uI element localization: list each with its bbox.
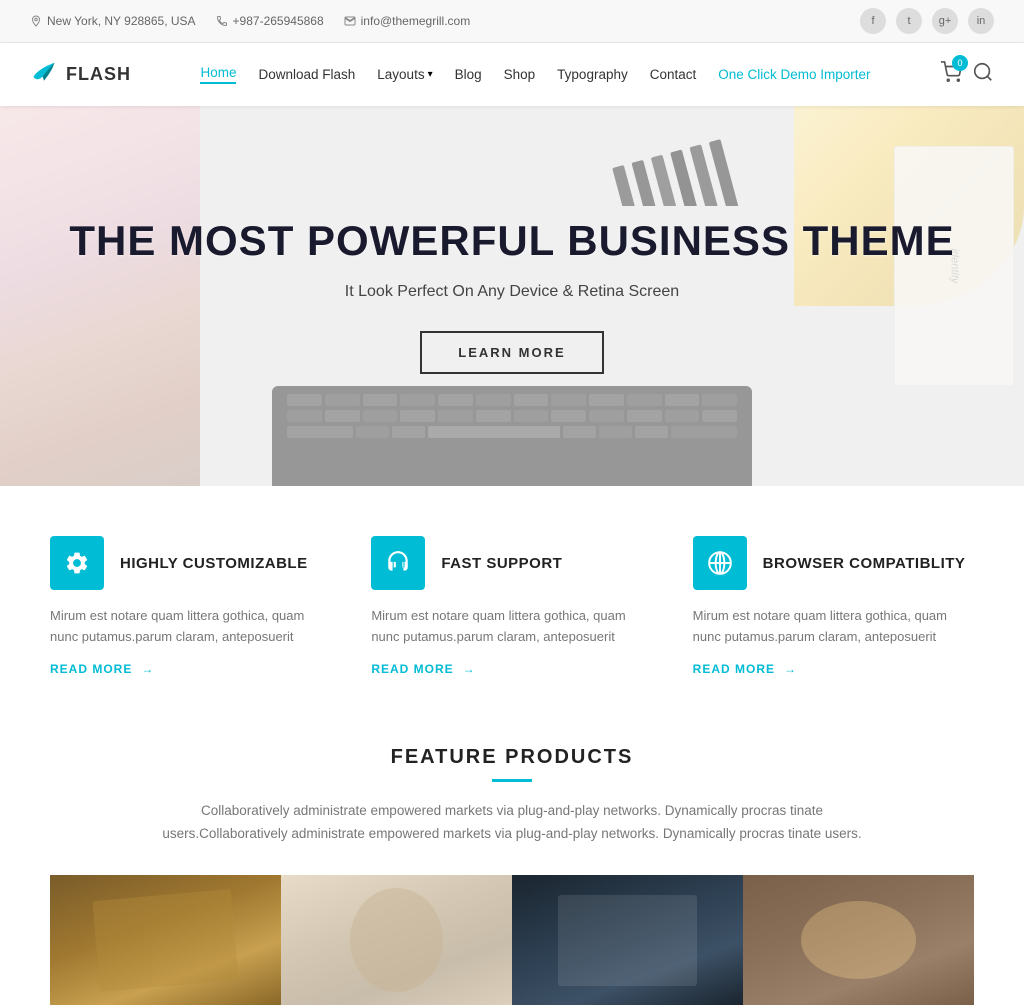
facebook-icon[interactable]: f <box>860 8 886 34</box>
feature-browser: BROWSER COMPATIBLITY Mirum est notare qu… <box>693 536 974 676</box>
top-bar-left: New York, NY 928865, USA +987-265945868 … <box>30 14 470 28</box>
nav-contact[interactable]: Contact <box>650 67 697 82</box>
nav-icons: 0 <box>940 61 994 88</box>
nav-layouts[interactable]: Layouts ▾ <box>377 67 432 82</box>
gear-icon <box>50 536 104 590</box>
hero-content: THE MOST POWERFUL BUSINESS THEME It Look… <box>69 218 954 373</box>
feature-support: FAST SUPPORT Mirum est notare quam litte… <box>371 536 652 676</box>
section-title: FEATURE PRODUCTS <box>50 746 974 769</box>
cart-icon-wrap[interactable]: 0 <box>940 61 962 88</box>
feature-readmore-2[interactable]: READ MORE <box>371 662 652 676</box>
products-grid <box>50 875 974 1005</box>
twitter-icon[interactable]: t <box>896 8 922 34</box>
linkedin-icon[interactable]: in <box>968 8 994 34</box>
nav-layouts-link[interactable]: Layouts <box>377 67 424 82</box>
googleplus-icon[interactable]: g+ <box>932 8 958 34</box>
location: New York, NY 928865, USA <box>30 14 196 28</box>
nav-shop[interactable]: Shop <box>504 67 536 82</box>
section-divider <box>492 779 532 782</box>
social-links: f t g+ in <box>860 8 994 34</box>
nav-download[interactable]: Download Flash <box>258 67 355 82</box>
feature-text-3: Mirum est notare quam littera gothica, q… <box>693 606 974 648</box>
logo-bird-icon <box>30 57 58 92</box>
feature-header-1: HIGHLY CUSTOMIZABLE <box>50 536 331 590</box>
cart-badge: 0 <box>952 55 968 71</box>
email: info@themegrill.com <box>344 14 471 28</box>
hero-title: THE MOST POWERFUL BUSINESS THEME <box>69 218 954 264</box>
logo[interactable]: FLASH <box>30 57 131 92</box>
headset-icon <box>371 536 425 590</box>
feature-readmore-1[interactable]: READ MORE <box>50 662 331 676</box>
product-card-2[interactable] <box>281 875 512 1005</box>
feature-readmore-3[interactable]: READ MORE <box>693 662 974 676</box>
feature-text-2: Mirum est notare quam littera gothica, q… <box>371 606 652 648</box>
feature-title-1: HIGHLY CUSTOMIZABLE <box>120 555 308 572</box>
logo-text: FLASH <box>66 64 131 85</box>
products-section: FEATURE PRODUCTS Collaboratively adminis… <box>0 716 1024 1005</box>
nav-blog[interactable]: Blog <box>455 67 482 82</box>
product-card-1[interactable] <box>50 875 281 1005</box>
main-nav: Home Download Flash Layouts ▾ Blog Shop … <box>200 65 870 84</box>
nav-typography[interactable]: Typography <box>557 67 628 82</box>
chevron-down-icon: ▾ <box>428 69 433 80</box>
feature-header-2: FAST SUPPORT <box>371 536 652 590</box>
hero-cta-button[interactable]: LEARN MORE <box>420 331 603 374</box>
feature-text-1: Mirum est notare quam littera gothica, q… <box>50 606 331 648</box>
features-section: HIGHLY CUSTOMIZABLE Mirum est notare qua… <box>0 486 1024 716</box>
feature-title-3: BROWSER COMPATIBLITY <box>763 555 966 572</box>
top-bar: New York, NY 928865, USA +987-265945868 … <box>0 0 1024 43</box>
feature-header-3: BROWSER COMPATIBLITY <box>693 536 974 590</box>
hero-section: identity THE MOST POWERFUL BUSINESS THEM… <box>0 106 1024 486</box>
product-card-3[interactable] <box>512 875 743 1005</box>
phone: +987-265945868 <box>216 14 324 28</box>
header: FLASH Home Download Flash Layouts ▾ Blog… <box>0 43 1024 106</box>
hero-subtitle: It Look Perfect On Any Device & Retina S… <box>69 283 954 301</box>
feature-title-2: FAST SUPPORT <box>441 555 562 572</box>
product-card-4[interactable] <box>743 875 974 1005</box>
nav-home[interactable]: Home <box>200 65 236 84</box>
feature-customizable: HIGHLY CUSTOMIZABLE Mirum est notare qua… <box>50 536 331 676</box>
search-icon[interactable] <box>972 61 994 88</box>
section-desc: Collaboratively administrate empowered m… <box>162 800 862 846</box>
globe-icon <box>693 536 747 590</box>
nav-demo[interactable]: One Click Demo Importer <box>718 67 870 82</box>
